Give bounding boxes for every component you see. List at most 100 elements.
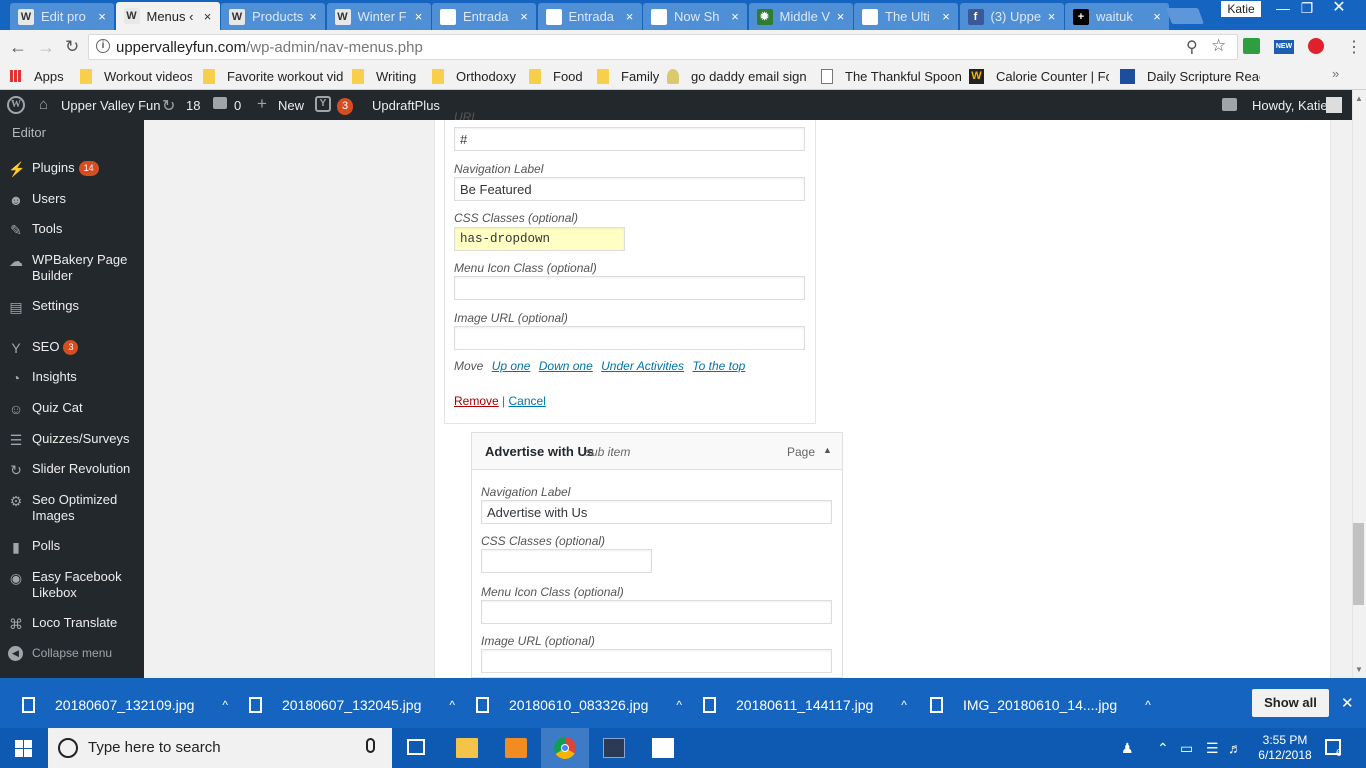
download-item[interactable]: 20180611_144117.jpg ^ — [703, 690, 907, 720]
scroll-up-icon[interactable]: ▲ — [1355, 94, 1363, 103]
css-classes-input[interactable]: has-dropdown — [454, 227, 625, 251]
new-content-link[interactable]: New — [278, 98, 304, 113]
restore-icon[interactable]: ❐ — [1294, 0, 1320, 18]
sub-navigation-label-input[interactable]: Advertise with Us — [481, 500, 832, 524]
bookmark-8[interactable]: The Thankful Spoon — [821, 68, 961, 84]
new-tab-button[interactable] — [1166, 8, 1204, 24]
site-name-link[interactable]: Upper Valley Fun — [61, 98, 160, 113]
tab-close-icon[interactable]: × — [411, 9, 427, 24]
comments-icon[interactable] — [213, 97, 227, 109]
tab-10[interactable]: + waituk × — [1065, 3, 1169, 30]
tab-2[interactable]: W Products × — [221, 3, 325, 30]
bookmark-3[interactable]: Writing — [352, 68, 422, 84]
user-avatar[interactable] — [1326, 97, 1342, 113]
sidebar-item-editor[interactable]: Editor — [12, 125, 46, 140]
download-item[interactable]: IMG_20180610_14....jpg ^ — [930, 690, 1151, 720]
download-options-chevron-icon[interactable]: ^ — [1145, 698, 1151, 712]
tab-7[interactable]: ✹ Middle V × — [748, 3, 853, 30]
tab-9[interactable]: f (3) Uppe × — [959, 3, 1064, 30]
tab-1[interactable]: W Menus ‹ × — [115, 2, 220, 30]
extension-green-icon[interactable] — [1243, 38, 1260, 54]
bookmark-4[interactable]: Orthodoxy — [432, 68, 522, 84]
tab-8[interactable]: The Ulti × — [854, 3, 958, 30]
close-window-icon[interactable]: ✕ — [1326, 0, 1352, 18]
tab-close-icon[interactable]: × — [200, 9, 216, 24]
move-down-one-link[interactable]: Down one — [539, 359, 593, 373]
tab-5[interactable]: Entrada × — [537, 3, 642, 30]
task-view-icon[interactable] — [407, 739, 425, 755]
download-item[interactable]: 20180610_083326.jpg ^ — [476, 690, 682, 720]
scroll-down-icon[interactable]: ▼ — [1355, 665, 1363, 674]
info-icon[interactable]: i — [96, 39, 110, 53]
sub-css-classes-input[interactable] — [481, 549, 652, 573]
tab-3[interactable]: W Winter F × — [326, 3, 431, 30]
reload-icon[interactable]: ↻ — [65, 37, 79, 57]
comments-count[interactable]: 0 — [234, 98, 241, 113]
image-url-input[interactable] — [454, 326, 805, 350]
url-input[interactable]: # — [454, 127, 805, 151]
download-item[interactable]: 20180607_132045.jpg ^ — [249, 690, 455, 720]
tab-close-icon[interactable]: × — [1149, 9, 1165, 24]
tab-close-icon[interactable]: × — [94, 9, 110, 24]
howdy-user-link[interactable]: Howdy, Katie — [1252, 98, 1328, 113]
bookmark-7[interactable]: go daddy email sign — [667, 68, 809, 84]
remove-link[interactable]: Remove — [454, 394, 499, 408]
extension-red-icon[interactable] — [1308, 38, 1324, 54]
tab-close-icon[interactable]: × — [622, 9, 638, 24]
move-under-activities-link[interactable]: Under Activities — [601, 359, 684, 373]
bookmark-star-icon[interactable]: ☆ — [1211, 36, 1226, 56]
sub-image-url-input[interactable] — [481, 649, 832, 673]
bookmark-5[interactable]: Food — [529, 68, 589, 84]
collapse-arrow-icon[interactable]: ◀ — [8, 646, 23, 661]
download-options-chevron-icon[interactable]: ^ — [676, 698, 682, 712]
download-options-chevron-icon[interactable]: ^ — [222, 698, 228, 712]
scrollbar-thumb[interactable] — [1353, 523, 1364, 605]
bookmark-2[interactable]: Favorite workout vid — [203, 68, 343, 84]
clock[interactable]: 3:55 PM 6/12/2018 — [1255, 733, 1315, 763]
collapse-item-icon[interactable]: ▲ — [823, 445, 832, 455]
volume-icon[interactable]: ♬ — [1228, 740, 1242, 756]
people-icon[interactable]: ♟ — [1121, 740, 1134, 757]
move-up-one-link[interactable]: Up one — [492, 359, 531, 373]
zoom-search-icon[interactable]: ⚲ — [1186, 37, 1198, 57]
updates-count[interactable]: 18 — [186, 98, 200, 113]
close-shelf-icon[interactable]: ✕ — [1341, 694, 1354, 712]
move-to-top-link[interactable]: To the top — [692, 359, 745, 373]
yoast-icon[interactable]: Y — [315, 96, 331, 112]
cancel-link[interactable]: Cancel — [509, 394, 546, 408]
tab-close-icon[interactable]: × — [1044, 9, 1060, 24]
file-explorer-icon[interactable] — [456, 738, 478, 758]
tab-0[interactable]: W Edit pro × — [10, 3, 114, 30]
tab-close-icon[interactable]: × — [833, 9, 849, 24]
bookmark-6[interactable]: Family — [597, 68, 659, 84]
bookmark-1[interactable]: Workout videos — [80, 68, 192, 84]
tab-close-icon[interactable]: × — [516, 9, 532, 24]
download-options-chevron-icon[interactable]: ^ — [901, 698, 907, 712]
tab-close-icon[interactable]: × — [305, 9, 321, 24]
wifi-icon[interactable]: ☰ — [1206, 740, 1219, 757]
tab-close-icon[interactable]: × — [727, 9, 743, 24]
battery-icon[interactable]: ▭ — [1180, 740, 1193, 757]
download-item[interactable]: 20180607_132109.jpg ^ — [22, 690, 228, 720]
menu-icon-class-input[interactable] — [454, 276, 805, 300]
windows-start-icon[interactable] — [15, 740, 32, 757]
extension-new-icon[interactable]: NEW — [1274, 40, 1294, 54]
tab-6[interactable]: Now Sh × — [643, 3, 747, 30]
forward-icon[interactable]: → — [37, 37, 55, 58]
more-bookmarks-icon[interactable]: » — [1332, 66, 1339, 81]
bookmark-9[interactable]: W Calorie Counter | Fo — [969, 68, 1109, 84]
bookmark-0[interactable]: Apps — [10, 68, 70, 84]
navigation-label-input[interactable]: Be Featured — [454, 177, 805, 201]
chat-icon[interactable] — [1222, 98, 1237, 111]
profile-button[interactable]: Katie — [1221, 1, 1261, 17]
yoast-badge[interactable]: 3 — [337, 97, 354, 115]
tab-4[interactable]: Entrada × — [432, 3, 536, 30]
sub-menu-icon-class-input[interactable] — [481, 600, 832, 624]
bookmark-10[interactable]: Daily Scripture Read — [1120, 68, 1260, 84]
minimize-icon[interactable]: — — [1270, 0, 1296, 18]
wordpress-logo-icon[interactable]: W — [7, 96, 25, 114]
browser-menu-icon[interactable]: ⋮ — [1346, 37, 1362, 57]
sticky-notes-icon[interactable] — [652, 738, 674, 758]
download-options-chevron-icon[interactable]: ^ — [449, 698, 455, 712]
back-icon[interactable]: ← — [9, 37, 27, 58]
